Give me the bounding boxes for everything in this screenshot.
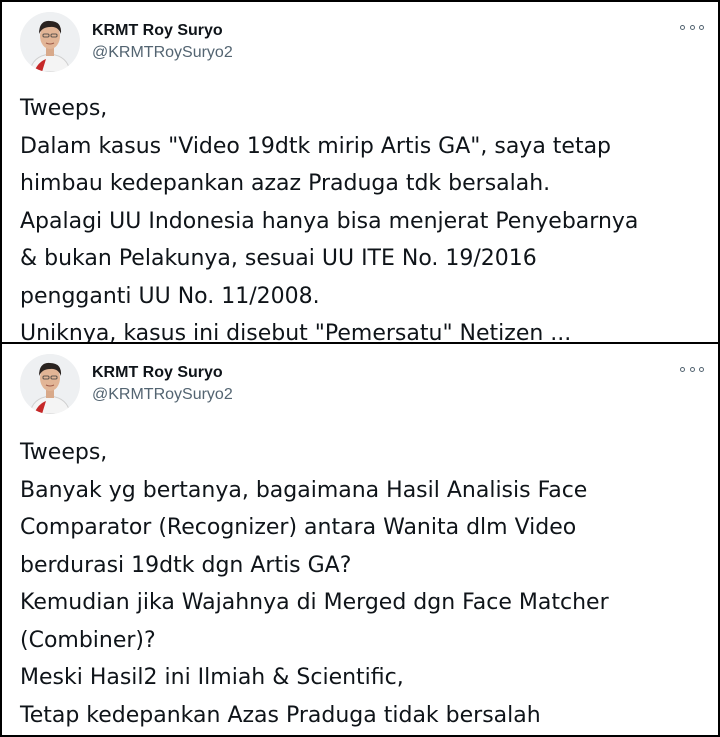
tweet-text-line: Tweeps,	[20, 96, 108, 121]
tweet-text-line: Banyak yg bertanya, bagaimana Hasil Anal…	[20, 477, 588, 503]
author-name[interactable]: KRMT Roy Suryo	[92, 364, 223, 382]
author-name[interactable]: KRMT Roy Suryo	[92, 22, 223, 40]
dot-icon	[689, 24, 695, 30]
avatar[interactable]	[20, 354, 80, 414]
tweet-text-line: (Combiner)?	[20, 627, 156, 653]
avatar[interactable]	[20, 12, 80, 72]
tweet-text-line: Uniknya, kasus ini disebut "Pemersatu" N…	[20, 321, 572, 342]
dot-icon	[689, 366, 695, 372]
more-horizontal-icon[interactable]	[680, 20, 704, 34]
tweet-text-line: Kemudian jika Wajahnya di Merged dgn Fac…	[20, 590, 609, 615]
tweet-text: Tweeps, Dalam kasus "Video 19dtk mirip A…	[20, 90, 708, 342]
avatar-image	[20, 354, 80, 414]
screenshot-frame: KRMT Roy Suryo @KRMTRoySuryo2 Tweeps, Da…	[0, 0, 720, 737]
dot-icon	[699, 24, 704, 30]
tweet-text-line: berdurasi 19dtk dgn Artis GA?	[20, 552, 352, 578]
tweet-text-line: Comparator (Recognizer) antara Wanita dl…	[20, 515, 577, 540]
tweet-text-line: Apalagi UU Indonesia hanya bisa menjerat…	[20, 208, 639, 234]
tweet-card[interactable]: KRMT Roy Suryo @KRMTRoySuryo2 Tweeps, Da…	[2, 2, 718, 342]
tweet-text-line: pengganti UU No. 11/2008.	[20, 283, 320, 309]
tweet-text-line: Tweeps,	[20, 440, 108, 465]
dot-icon	[680, 366, 685, 372]
author-handle[interactable]: @KRMTRoySuryo2	[92, 44, 233, 62]
tweet-text-line: & bukan Pelakunya, sesuai UU ITE No. 19/…	[20, 246, 537, 271]
tweet-text-line: Meski Hasil2 ini Ilmiah & Scientific,	[20, 665, 404, 690]
tweet-text: Tweeps, Banyak yg bertanya, bagaimana Ha…	[20, 434, 708, 734]
tweet-card[interactable]: KRMT Roy Suryo @KRMTRoySuryo2 Tweeps, Ba…	[2, 344, 718, 735]
tweet-text-line: Tetap kedepankan Azas Praduga tidak bers…	[20, 702, 541, 728]
dot-icon	[680, 24, 685, 30]
more-horizontal-icon[interactable]	[680, 362, 704, 376]
tweet-text-line: himbau kedepankan azaz Praduga tdk bersa…	[20, 171, 551, 196]
dot-icon	[699, 366, 704, 372]
author-handle[interactable]: @KRMTRoySuryo2	[92, 386, 233, 404]
tweet-text-line: Dalam kasus "Video 19dtk mirip Artis GA"…	[20, 133, 612, 159]
avatar-image	[20, 12, 80, 72]
